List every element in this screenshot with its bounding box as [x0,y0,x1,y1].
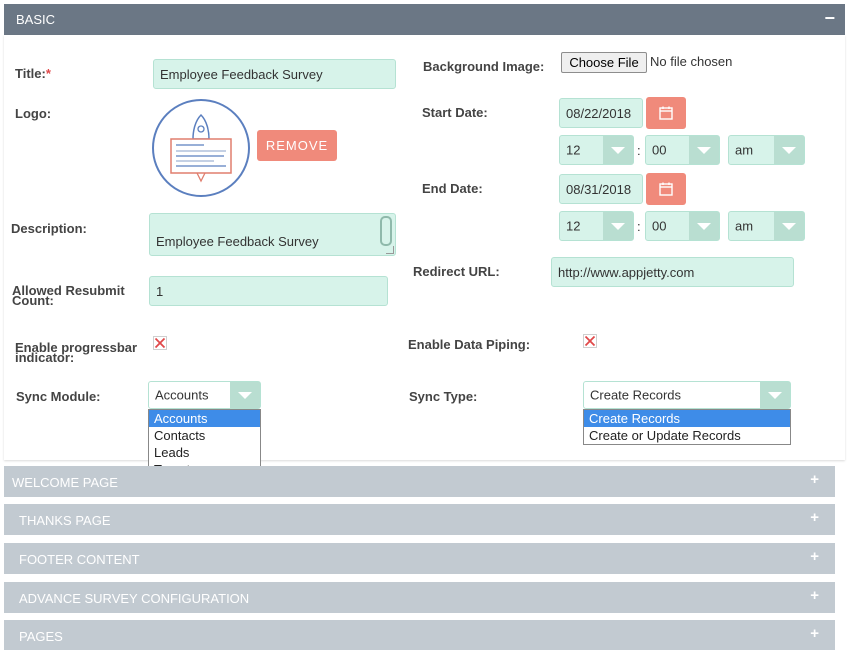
data-piping-label: Enable Data Piping: [408,337,531,352]
end-date-calendar-button[interactable] [646,173,686,205]
chevron-down-icon[interactable] [760,382,790,408]
start-minute-select[interactable]: 00 [645,135,720,165]
end-hour-select[interactable]: 12 [559,211,634,241]
chevron-down-icon[interactable] [689,212,719,240]
start-date-input[interactable]: 08/22/2018 [559,98,643,128]
end-date-value: 08/31/2018 [566,181,632,197]
choose-file-button[interactable]: Choose File [561,52,647,73]
time-separator: : [637,143,641,158]
redirect-url-input[interactable]: http://www.appjetty.com [551,257,794,287]
panel-title: PAGES [19,629,63,644]
end-ampm-select[interactable]: am [728,211,805,241]
end-minute-select[interactable]: 00 [645,211,720,241]
title-label: Title:* [15,66,51,81]
sync-module-option[interactable]: Contacts [149,427,260,444]
sync-type-label: Sync Type: [409,389,478,404]
resubmit-count-label: Allowed Resubmit Count: [12,283,125,308]
sync-type-option[interactable]: Create or Update Records [584,427,790,444]
sync-module-label: Sync Module: [16,389,101,404]
expand-icon[interactable]: + [810,509,819,526]
redirect-url-value: http://www.appjetty.com [558,264,695,280]
panel-title: FOOTER CONTENT [19,552,140,567]
panel-title: ADVANCE SURVEY CONFIGURATION [19,591,250,606]
collapse-icon[interactable]: − [824,8,835,29]
calendar-icon [659,182,673,196]
logo-image [152,99,250,197]
remove-logo-button[interactable]: REMOVE [257,130,337,161]
sync-type-select[interactable]: Create Records [583,381,791,409]
end-date-label: End Date: [422,181,483,196]
background-image-label: Background Image: [423,59,545,74]
start-date-calendar-button[interactable] [646,97,686,129]
textarea-scrollbar[interactable] [380,216,392,246]
panel-pages[interactable]: PAGES + [4,620,835,650]
panel-footer-content[interactable]: FOOTER CONTENT + [4,543,835,574]
start-hour-value: 12 [566,142,581,158]
rocket-logo-icon [170,113,232,183]
end-hour-value: 12 [566,218,581,234]
end-date-input[interactable]: 08/31/2018 [559,174,643,204]
end-ampm-value: am [735,218,754,234]
required-marker: * [45,66,51,81]
basic-section-title: BASIC [16,12,56,27]
start-date-value: 08/22/2018 [566,105,632,121]
start-date-label: Start Date: [422,105,488,120]
redirect-url-label: Redirect URL: [413,264,500,279]
panel-advance-survey-configuration[interactable]: ADVANCE SURVEY CONFIGURATION + [4,582,835,613]
end-minute-value: 00 [652,218,667,234]
resubmit-count-value: 1 [156,283,164,299]
title-input[interactable]: Employee Feedback Survey [153,59,396,89]
calendar-icon [659,106,673,120]
sync-type-dropdown: Create Records Create or Update Records [583,409,791,445]
panel-welcome-page[interactable]: WELCOME PAGE + [4,466,835,497]
sync-module-option[interactable]: Leads [149,444,260,461]
expand-icon[interactable]: + [810,471,819,488]
sync-module-select[interactable]: Accounts [148,381,261,409]
sync-type-selected-value: Create Records [590,387,682,403]
panel-thanks-page[interactable]: THANKS PAGE + [4,504,835,535]
sync-module-option[interactable]: Accounts [149,410,260,427]
progressbar-label: Enable progressbar indicator: [15,340,138,365]
start-minute-value: 00 [652,142,667,158]
chevron-down-icon[interactable] [230,382,260,408]
sync-type-option[interactable]: Create Records [584,410,790,427]
panel-title: WELCOME PAGE [12,475,118,490]
resubmit-count-input[interactable]: 1 [149,276,388,306]
chevron-down-icon[interactable] [603,212,633,240]
basic-section-header[interactable]: BASIC − [4,4,845,35]
no-file-text: No file chosen [650,54,733,69]
start-hour-select[interactable]: 12 [559,135,634,165]
chevron-down-icon[interactable] [774,212,804,240]
sync-module-selected-value: Accounts [155,387,209,403]
time-separator: : [637,219,641,234]
description-textarea[interactable]: Employee Feedback Survey [149,213,396,256]
resize-grip-icon[interactable] [386,246,394,254]
chevron-down-icon[interactable] [689,136,719,164]
start-ampm-value: am [735,142,754,158]
progressbar-checkbox-x-icon[interactable] [153,336,167,350]
logo-label: Logo: [15,106,52,121]
expand-icon[interactable]: + [810,587,819,604]
panel-title: THANKS PAGE [19,513,111,528]
expand-icon[interactable]: + [810,548,819,565]
description-value: Employee Feedback Survey [156,234,319,249]
description-label: Description: [11,221,87,236]
expand-icon[interactable]: + [810,625,819,642]
start-ampm-select[interactable]: am [728,135,805,165]
chevron-down-icon[interactable] [603,136,633,164]
data-piping-checkbox-x-icon[interactable] [583,334,597,348]
chevron-down-icon[interactable] [774,136,804,164]
title-input-value: Employee Feedback Survey [160,66,323,82]
